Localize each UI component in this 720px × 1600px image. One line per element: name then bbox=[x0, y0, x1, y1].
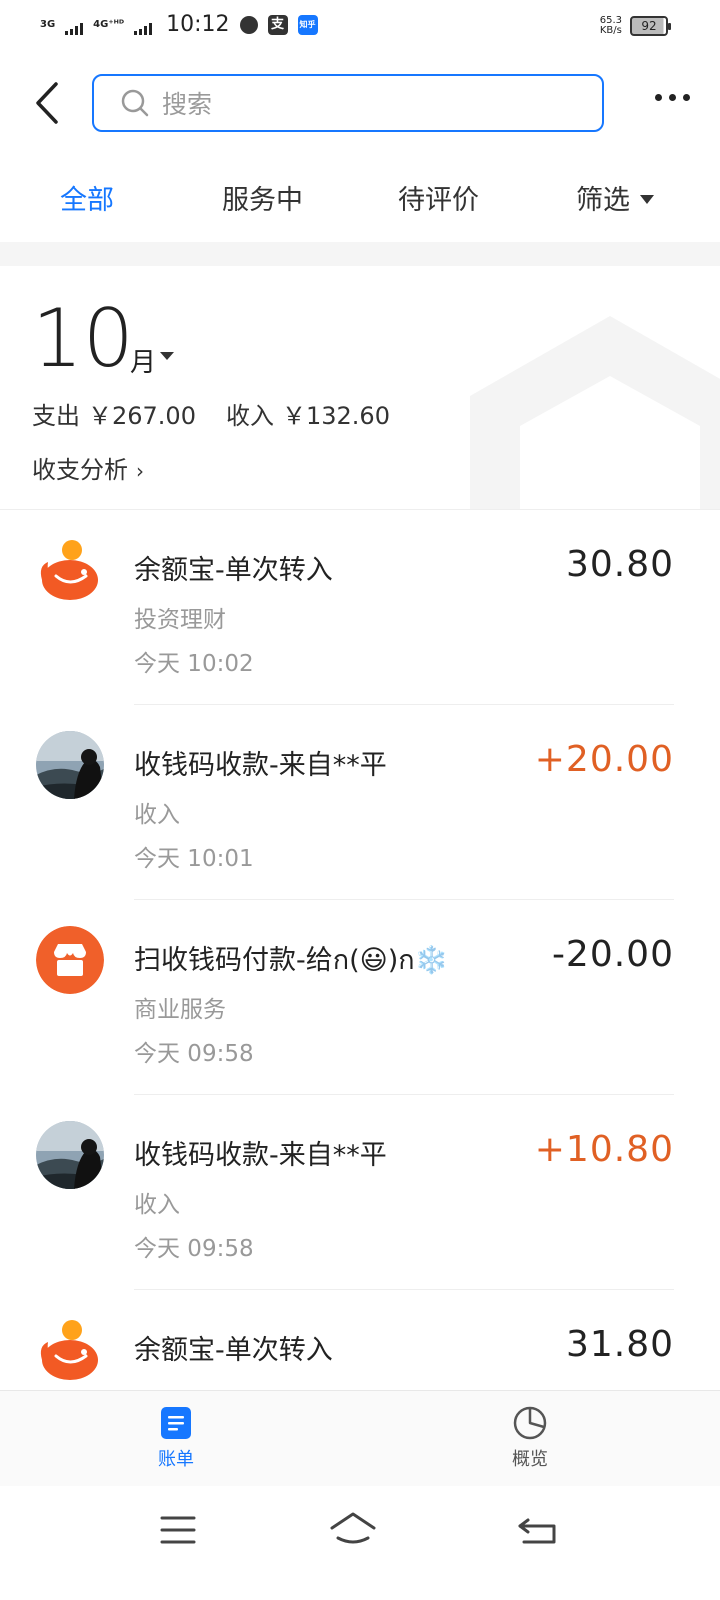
search-input[interactable]: 搜索 bbox=[92, 74, 604, 132]
header: 搜索 bbox=[0, 56, 720, 152]
tab-pending-review[interactable]: 待评价 bbox=[398, 178, 479, 217]
network-4g-label: 4G⁺ᴴᴰ bbox=[93, 19, 125, 30]
more-dot-icon bbox=[655, 94, 662, 101]
transaction-amount: 30.80 bbox=[565, 544, 674, 585]
transaction-time: 今天 10:02 bbox=[134, 651, 254, 677]
search-placeholder: 搜索 bbox=[162, 90, 213, 119]
monthly-summary: 10 月 支出 ￥267.00 收入 ￥132.60 收支分析 › bbox=[0, 266, 720, 510]
battery-icon: 92 bbox=[630, 16, 671, 36]
bottom-tab-bar: 账单 概览 bbox=[0, 1390, 720, 1486]
user-avatar-photo bbox=[36, 1121, 104, 1189]
tab-in-service-label: 服务中 bbox=[222, 185, 303, 216]
bill-icon bbox=[161, 1407, 191, 1439]
transaction-amount: +10.80 bbox=[534, 1129, 674, 1170]
status-left: 3G 4G⁺ᴴᴰ 10:12 支 知乎 bbox=[40, 12, 318, 37]
network-speed-unit: KB/s bbox=[599, 25, 622, 36]
transaction-time: 今天 09:58 bbox=[134, 1041, 254, 1067]
transaction-amount: 31.80 bbox=[565, 1324, 674, 1365]
more-dot-icon bbox=[683, 94, 690, 101]
search-icon bbox=[121, 89, 149, 117]
tab-pending-review-label: 待评价 bbox=[398, 185, 479, 216]
expense-label: 支出 bbox=[32, 402, 80, 430]
clock-time: 10:12 bbox=[166, 12, 230, 37]
month-number: 10 bbox=[32, 292, 134, 385]
tab-overview[interactable]: 概览 bbox=[480, 1405, 580, 1471]
transaction-time: 今天 09:58 bbox=[134, 1236, 254, 1262]
yuebao-icon bbox=[36, 536, 104, 604]
network-3g: 3G bbox=[40, 19, 55, 30]
transaction-title: 余额宝-单次转入 bbox=[134, 555, 333, 586]
transaction-time: 今天 10:01 bbox=[134, 846, 254, 872]
tab-all[interactable]: 全部 bbox=[60, 178, 114, 217]
income-value: ￥132.60 bbox=[281, 402, 390, 430]
menu-icon[interactable] bbox=[156, 1508, 206, 1552]
status-bar: 3G 4G⁺ᴴᴰ 10:12 支 知乎 65.3 KB/s 92 bbox=[0, 0, 720, 56]
zhihu-notification-icon: 知乎 bbox=[297, 14, 318, 35]
transaction-category: 投资理财 bbox=[134, 607, 226, 633]
network-speed: 65.3 KB/s bbox=[600, 16, 622, 36]
caret-down-icon bbox=[160, 352, 174, 360]
signal-bars-icon bbox=[65, 22, 84, 35]
transaction-title: 扫收钱码付款-给ก(😃)ก❄️ bbox=[134, 945, 449, 976]
tab-filter[interactable]: 筛选 bbox=[576, 178, 654, 217]
transaction-category: 商业服务 bbox=[134, 997, 226, 1023]
chevron-right-icon: › bbox=[136, 459, 144, 483]
more-options-button[interactable] bbox=[655, 94, 690, 101]
tab-bill-label: 账单 bbox=[158, 1449, 194, 1470]
transaction-row[interactable]: 扫收钱码付款-给ก(😃)ก❄️ 商业服务 今天 09:58 -20.00 bbox=[0, 900, 720, 1095]
status-right: 65.3 KB/s 92 bbox=[600, 16, 671, 36]
transaction-list: 余额宝-单次转入 投资理财 今天 10:02 30.80 收钱码收款-来自**平… bbox=[0, 510, 720, 1390]
back-nav-icon[interactable] bbox=[514, 1508, 564, 1552]
month-unit: 月 bbox=[130, 348, 157, 378]
filter-tabs: 全部 服务中 待评价 筛选 bbox=[0, 152, 720, 242]
tab-filter-label: 筛选 bbox=[576, 185, 630, 216]
transaction-title: 收钱码收款-来自**平 bbox=[134, 1140, 387, 1171]
transaction-title: 余额宝-单次转入 bbox=[134, 1335, 333, 1366]
income-label: 收入 bbox=[225, 402, 274, 430]
tab-in-service[interactable]: 服务中 bbox=[222, 178, 303, 217]
back-button[interactable] bbox=[28, 78, 68, 128]
tab-overview-label: 概览 bbox=[512, 1449, 548, 1470]
pie-chart-icon bbox=[513, 1406, 547, 1440]
section-separator bbox=[0, 242, 720, 266]
caret-down-icon bbox=[640, 195, 654, 204]
transaction-row[interactable]: 余额宝-单次转入 31.80 bbox=[0, 1290, 720, 1390]
alipay-notification-icon: 支 bbox=[267, 14, 288, 35]
home-icon[interactable] bbox=[328, 1508, 378, 1552]
decorative-hexagon-icon bbox=[470, 316, 720, 509]
expense-value: ￥267.00 bbox=[88, 402, 196, 430]
user-avatar-photo bbox=[36, 731, 104, 799]
transaction-amount: -20.00 bbox=[551, 934, 674, 975]
shop-icon bbox=[36, 926, 104, 994]
more-dot-icon bbox=[669, 94, 676, 101]
transaction-row[interactable]: 余额宝-单次转入 投资理财 今天 10:02 30.80 bbox=[0, 510, 720, 705]
month-totals: 支出 ￥267.00 收入 ￥132.60 bbox=[32, 396, 398, 431]
transaction-category: 收入 bbox=[134, 1192, 180, 1218]
notification-icon bbox=[239, 15, 258, 34]
transaction-row[interactable]: 收钱码收款-来自**平 收入 今天 10:01 +20.00 bbox=[0, 705, 720, 900]
transaction-amount: +20.00 bbox=[534, 739, 674, 780]
tab-all-label: 全部 bbox=[60, 185, 114, 216]
transaction-title: 收钱码收款-来自**平 bbox=[134, 750, 387, 781]
income-expense-analysis-link[interactable]: 收支分析 › bbox=[32, 450, 144, 485]
transaction-row[interactable]: 收钱码收款-来自**平 收入 今天 09:58 +10.80 bbox=[0, 1095, 720, 1290]
chevron-left-icon bbox=[36, 82, 58, 124]
tab-bill[interactable]: 账单 bbox=[126, 1405, 226, 1471]
signal-bars-icon bbox=[134, 22, 153, 35]
transaction-category: 收入 bbox=[134, 802, 180, 828]
network-3g-label: 3G bbox=[40, 19, 56, 30]
analysis-link-label: 收支分析 bbox=[32, 456, 128, 484]
yuebao-icon bbox=[36, 1316, 104, 1384]
system-navigation-bar bbox=[0, 1486, 720, 1600]
